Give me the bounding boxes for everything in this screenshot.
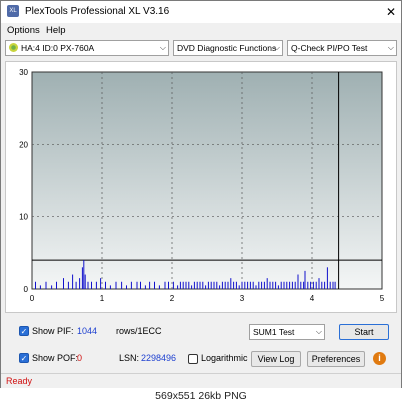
x-tick-label: 4 — [310, 294, 315, 303]
sum-select[interactable]: SUM1 Test ⌵ — [249, 324, 325, 340]
drive-select[interactable]: HA:4 ID:0 PX-760A ⌵ — [5, 40, 169, 56]
y-tick-label: 20 — [19, 140, 28, 149]
pof-value: 0 — [77, 353, 83, 363]
app-icon: XL — [7, 5, 19, 17]
sum-select-value: SUM1 Test — [253, 327, 295, 337]
app-window: XL PlexTools Professional XL V3.16 ✕ Opt… — [0, 0, 402, 388]
view-log-button[interactable]: View Log — [251, 351, 301, 367]
control-panel: ✓ Show PIF: 1044 rows/1ECC SUM1 Test ⌵ S… — [5, 317, 397, 371]
lsn-label: LSN: — [119, 353, 140, 363]
x-tick-label: 1 — [100, 294, 105, 303]
show-pif-checkbox[interactable]: ✓ — [19, 326, 29, 336]
status-bar: Ready — [1, 373, 401, 388]
chevron-down-icon: ⌵ — [315, 327, 322, 336]
chevron-down-icon: ⌵ — [273, 43, 280, 52]
menu-bar: Options Help — [1, 23, 401, 38]
test-select[interactable]: Q-Check PI/PO Test ⌵ — [287, 40, 397, 56]
test-select-value: Q-Check PI/PO Test — [291, 43, 368, 53]
chevron-down-icon: ⌵ — [387, 43, 394, 52]
menu-help[interactable]: Help — [46, 25, 66, 36]
logarithmic-label: Logarithmic — [201, 353, 248, 363]
show-pof-checkbox[interactable]: ✓ — [19, 353, 29, 363]
plot-area — [31, 71, 383, 290]
title-bar: XL PlexTools Professional XL V3.16 ✕ — [1, 1, 401, 23]
pif-value: 1044 — [77, 326, 98, 336]
status-text: Ready — [6, 376, 33, 386]
lsn-value: 2298496 — [141, 353, 177, 363]
show-pof-label: Show POF: — [32, 353, 79, 363]
chart-panel: 0 1 2 3 4 5 0 10 20 30 — [5, 61, 397, 313]
function-select[interactable]: DVD Diagnostic Functions ⌵ — [173, 40, 283, 56]
x-tick-label: 5 — [380, 294, 385, 303]
y-tick-label: 10 — [19, 213, 28, 222]
y-tick-label: 30 — [19, 68, 28, 77]
x-tick-label: 2 — [170, 294, 175, 303]
menu-options[interactable]: Options — [7, 25, 40, 36]
toolbar: HA:4 ID:0 PX-760A ⌵ DVD Diagnostic Funct… — [1, 38, 401, 58]
x-tick-label: 0 — [30, 294, 35, 303]
info-icon[interactable]: i — [373, 352, 386, 365]
rows-label: rows/1ECC — [116, 326, 162, 336]
x-tick-label: 3 — [240, 294, 245, 303]
y-tick-label: 0 — [24, 285, 29, 294]
window-title: PlexTools Professional XL V3.16 — [25, 6, 170, 17]
logarithmic-checkbox[interactable] — [188, 354, 198, 364]
drive-icon — [9, 43, 18, 52]
pi-po-chart: 0 1 2 3 4 5 0 10 20 30 — [19, 68, 385, 303]
image-caption: 569x551 26kb PNG — [0, 388, 402, 404]
chevron-down-icon: ⌵ — [159, 43, 166, 52]
start-button[interactable]: Start — [339, 324, 389, 340]
show-pif-label: Show PIF: — [32, 326, 74, 336]
function-select-value: DVD Diagnostic Functions — [177, 43, 277, 53]
close-icon[interactable]: ✕ — [385, 6, 397, 18]
preferences-button[interactable]: Preferences — [307, 351, 365, 367]
drive-select-value: HA:4 ID:0 PX-760A — [21, 43, 95, 53]
